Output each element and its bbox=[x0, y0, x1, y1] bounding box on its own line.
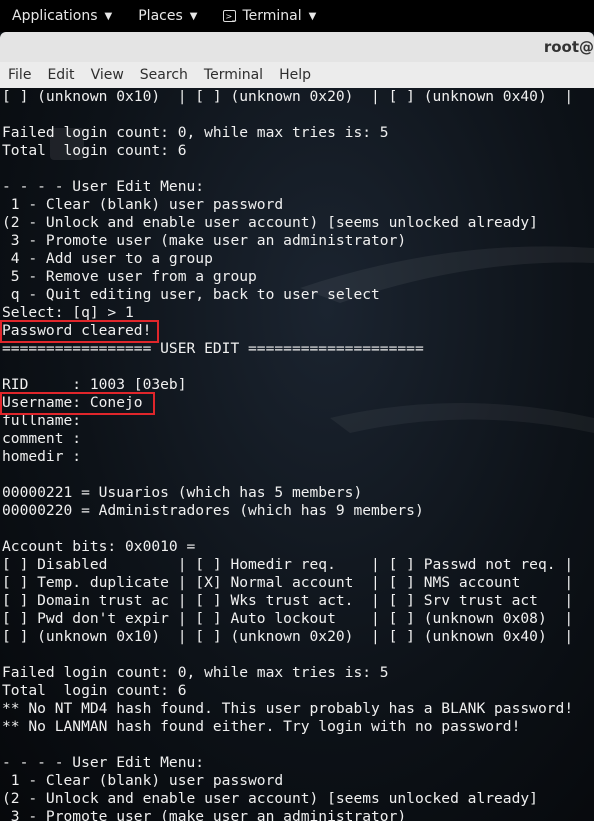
terminal-output[interactable]: [ ] (unknown 0x10) | [ ] (unknown 0x20) … bbox=[0, 88, 594, 821]
terminal-line: 1 - Clear (blank) user password bbox=[2, 196, 284, 213]
menu-file[interactable]: File bbox=[8, 67, 31, 83]
terminal-menubar: File Edit View Search Terminal Help bbox=[0, 62, 594, 89]
terminal-icon: >_ bbox=[223, 10, 237, 22]
terminal-line: ** No NT MD4 hash found. This user proba… bbox=[2, 700, 574, 717]
menu-edit[interactable]: Edit bbox=[47, 67, 74, 83]
terminal-line: homedir : bbox=[2, 448, 82, 465]
terminal-line: [ ] Domain trust ac | [ ] Wks trust act.… bbox=[2, 592, 574, 609]
username-highlight bbox=[0, 392, 155, 415]
terminal-line: [ ] Pwd don't expir | [ ] Auto lockout |… bbox=[2, 610, 574, 627]
terminal-app-menu[interactable]: >_ Terminal ▼ bbox=[223, 8, 316, 24]
menu-help[interactable]: Help bbox=[279, 67, 311, 83]
applications-label: Applications bbox=[12, 8, 98, 24]
terminal-line: Account bits: 0x0010 = bbox=[2, 538, 196, 555]
terminal-line: [ ] Temp. duplicate | [X] Normal account… bbox=[2, 574, 574, 591]
terminal-lines: [ ] (unknown 0x10) | [ ] (unknown 0x20) … bbox=[2, 88, 573, 821]
terminal-line: comment : bbox=[2, 430, 82, 447]
terminal-line: (2 - Unlock and enable user account) [se… bbox=[2, 214, 538, 231]
terminal-line: 3 - Promote user (make user an administr… bbox=[2, 232, 407, 249]
terminal-line: Failed login count: 0, while max tries i… bbox=[2, 124, 389, 141]
terminal-line: 3 - Promote user (make user an administr… bbox=[2, 808, 407, 821]
password-cleared-highlight bbox=[0, 320, 159, 343]
terminal-line: 00000221 = Usuarios (which has 5 members… bbox=[2, 484, 363, 501]
terminal-line: Total login count: 6 bbox=[2, 682, 187, 699]
terminal-line: Failed login count: 0, while max tries i… bbox=[2, 664, 389, 681]
terminal-line: [ ] (unknown 0x10) | [ ] (unknown 0x20) … bbox=[2, 88, 574, 105]
terminal-line: ** No LANMAN hash found either. Try logi… bbox=[2, 718, 521, 735]
menu-terminal[interactable]: Terminal bbox=[204, 67, 263, 83]
places-menu[interactable]: Places ▼ bbox=[138, 8, 197, 24]
menu-search[interactable]: Search bbox=[140, 67, 188, 83]
places-label: Places bbox=[138, 8, 183, 24]
window-title: root@ bbox=[543, 38, 594, 56]
terminal-line: 5 - Remove user from a group bbox=[2, 268, 257, 285]
terminal-line: 1 - Clear (blank) user password bbox=[2, 772, 284, 789]
terminal-line: [ ] (unknown 0x10) | [ ] (unknown 0x20) … bbox=[2, 628, 574, 645]
terminal-line: Total login count: 6 bbox=[2, 142, 187, 159]
window-titlebar[interactable]: root@ bbox=[0, 32, 594, 62]
chevron-down-icon: ▼ bbox=[308, 10, 317, 22]
applications-menu[interactable]: Applications ▼ bbox=[12, 8, 112, 24]
top-panel: Applications ▼ Places ▼ >_ Terminal ▼ bbox=[0, 0, 594, 32]
terminal-line: (2 - Unlock and enable user account) [se… bbox=[2, 790, 538, 807]
chevron-down-icon: ▼ bbox=[104, 10, 113, 22]
terminal-line: - - - - User Edit Menu: bbox=[2, 754, 205, 771]
terminal-line: 4 - Add user to a group bbox=[2, 250, 213, 267]
terminal-app-label: Terminal bbox=[242, 8, 302, 24]
chevron-down-icon: ▼ bbox=[189, 10, 198, 22]
terminal-line: - - - - User Edit Menu: bbox=[2, 178, 205, 195]
terminal-line: q - Quit editing user, back to user sele… bbox=[2, 286, 380, 303]
terminal-line: 00000220 = Administradores (which has 9 … bbox=[2, 502, 424, 519]
menu-view[interactable]: View bbox=[91, 67, 124, 83]
terminal-line: [ ] Disabled | [ ] Homedir req. | [ ] Pa… bbox=[2, 556, 574, 573]
